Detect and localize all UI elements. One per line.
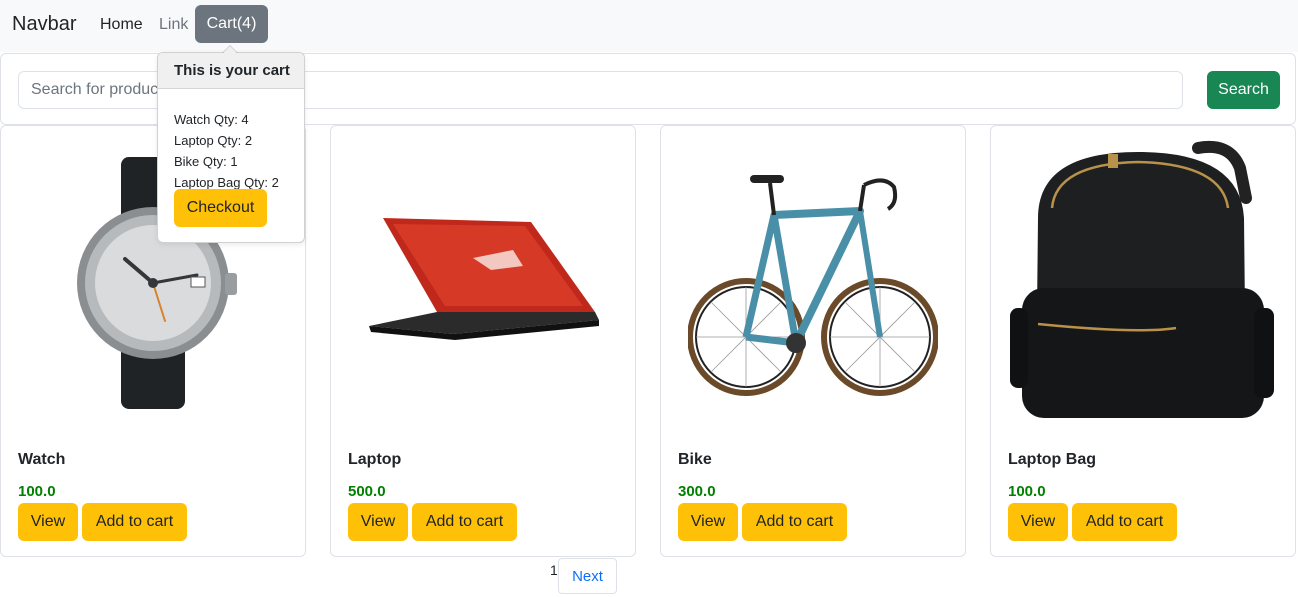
nav-link[interactable]: Link xyxy=(159,16,188,34)
add-to-cart-button[interactable]: Add to cart xyxy=(412,503,517,541)
view-button[interactable]: View xyxy=(1008,503,1068,541)
search-button[interactable]: Search xyxy=(1207,71,1280,109)
next-page-button[interactable]: Next xyxy=(558,558,617,594)
navbar-brand[interactable]: Navbar xyxy=(12,13,76,36)
product-price: 100.0 xyxy=(18,483,56,500)
laptop-image xyxy=(347,138,619,428)
cart-item: Bike Qty: 1 xyxy=(174,154,238,169)
product-card-laptop-bag: Laptop Bag 100.0 View Add to cart xyxy=(990,125,1296,557)
cart-item: Watch Qty: 4 xyxy=(174,112,249,127)
product-name: Laptop Bag xyxy=(1008,451,1096,468)
cart-popover: This is your cart Watch Qty: 4 Laptop Qt… xyxy=(157,45,305,243)
bag-image xyxy=(1007,138,1279,428)
checkout-button[interactable]: Checkout xyxy=(174,189,267,227)
view-button[interactable]: View xyxy=(18,503,78,541)
product-price: 300.0 xyxy=(678,483,716,500)
view-button[interactable]: View xyxy=(678,503,738,541)
product-card-bike: Bike 300.0 View Add to cart xyxy=(660,125,966,557)
nav-home-link[interactable]: Home xyxy=(100,16,143,34)
cart-items-list: Watch Qty: 4 Laptop Qty: 2 Bike Qty: 1 L… xyxy=(174,109,279,193)
product-card-laptop: Laptop 500.0 View Add to cart xyxy=(330,125,636,557)
navbar: Navbar Home Link Cart(4) xyxy=(0,0,1298,52)
product-name: Laptop xyxy=(348,451,402,468)
product-price: 500.0 xyxy=(348,483,386,500)
add-to-cart-button[interactable]: Add to cart xyxy=(82,503,187,541)
popover-title: This is your cart xyxy=(158,53,304,89)
current-page: 1 xyxy=(550,562,558,578)
cart-button[interactable]: Cart(4) xyxy=(195,5,268,43)
add-to-cart-button[interactable]: Add to cart xyxy=(1072,503,1177,541)
bike-image xyxy=(677,138,949,428)
cart-item: Laptop Qty: 2 xyxy=(174,133,253,148)
view-button[interactable]: View xyxy=(348,503,408,541)
product-name: Watch xyxy=(18,451,66,468)
popover-arrow xyxy=(222,45,238,53)
add-to-cart-button[interactable]: Add to cart xyxy=(742,503,847,541)
product-price: 100.0 xyxy=(1008,483,1046,500)
product-name: Bike xyxy=(678,451,712,468)
